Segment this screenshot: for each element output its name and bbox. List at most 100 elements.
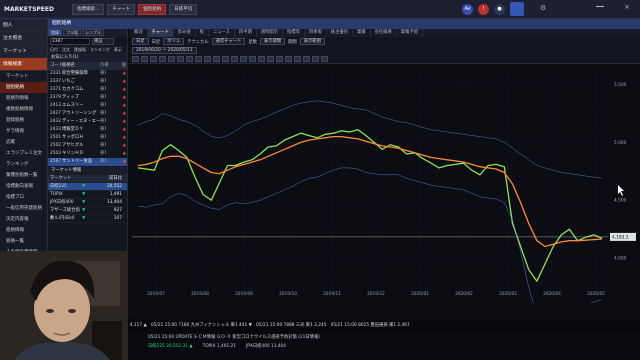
fib-icon[interactable] (186, 56, 193, 62)
market-row[interactable]: マザーズ総合指数 ▼ 927 (48, 207, 127, 221)
ticker-item-2[interactable]: 05/21 15:00 7180 九州フィナンシャル 東1 441 ▼ (151, 323, 252, 328)
notification-icon[interactable]: Av (462, 4, 473, 15)
table-row[interactable]: 2371 カカクコム 東1 ▲ (48, 86, 127, 94)
market-row[interactable]: TOPIX ▼ 1,491 (48, 191, 127, 199)
close-button[interactable]: × (624, 3, 630, 11)
code-input[interactable]: 2387 (50, 38, 90, 45)
sub-tab[interactable]: 登録銘 (72, 46, 88, 54)
exchange-select[interactable]: 東証 (92, 38, 114, 45)
text-icon[interactable] (177, 56, 184, 62)
nav-item[interactable]: 銘柄情報 (0, 225, 47, 236)
nav-item[interactable]: 銘柄一覧 (0, 236, 47, 247)
table-row[interactable]: 2413 エムスリー 東1 ▲ (48, 102, 127, 110)
table-row[interactable]: 2501 サッポロＨ 東1 ▲ (48, 134, 127, 142)
nav-item[interactable]: 指標ブロ (0, 192, 47, 203)
nav-item[interactable]: 個別銘柄 (0, 82, 47, 93)
chart-tab[interactable]: 板 (196, 29, 209, 37)
settings-icon[interactable]: ⚙ (540, 4, 546, 12)
hide-icon[interactable] (312, 56, 319, 62)
chart-tab[interactable]: 歩み値 (174, 29, 196, 37)
dash-icon[interactable] (294, 56, 301, 62)
undo-icon[interactable] (240, 56, 247, 62)
nav-group[interactable]: 個人 (0, 19, 47, 32)
layout-icon[interactable] (510, 2, 524, 16)
chart-tab[interactable]: 四季報 (305, 29, 327, 37)
chart-tab[interactable]: 業績予想 (397, 29, 423, 37)
chart-tab[interactable]: 適時開示 (257, 29, 283, 37)
nav-item[interactable]: 銘柄列情報 (0, 93, 47, 104)
ticker-item-4[interactable]: 05/21 15:00 8015 豊田通商 東1 2,467 (331, 323, 410, 328)
user-icon[interactable]: ● (494, 4, 505, 15)
minimize-button[interactable] (596, 6, 604, 7)
del-icon[interactable] (321, 56, 328, 62)
nav-item[interactable]: 一般信用売建銘柄 (0, 203, 47, 214)
panel-tab[interactable]: 登録 (48, 29, 62, 36)
top-tab[interactable]: 個別銘柄 (138, 3, 167, 15)
panel-tab[interactable]: シンプル (82, 29, 104, 36)
nav-item[interactable]: 武蔵 (0, 137, 47, 148)
panel-tab[interactable]: プル銘 (63, 29, 81, 36)
market-row[interactable]: 日経225 ▼ 20,552 (48, 183, 127, 191)
alert-icon[interactable]: ! (478, 4, 489, 15)
chart-tab[interactable]: ニュース (209, 29, 235, 37)
chart-tab[interactable]: 株主優待 (327, 29, 353, 37)
nav-item[interactable]: 指標動向速報 (0, 181, 47, 192)
range-select[interactable]: 2019/06/20 ～ 2020/05/11 (132, 47, 197, 54)
print-icon[interactable] (267, 56, 274, 62)
rect-icon[interactable] (168, 56, 175, 62)
top-tab[interactable]: チャート (107, 3, 136, 15)
nav-item[interactable]: ランキング (0, 159, 47, 170)
table-row[interactable]: 2337 いちご 東1 ▲ (48, 78, 127, 86)
table-row[interactable]: 2433 博報堂ＤＹ 東1 ▲ (48, 126, 127, 134)
redo-icon[interactable] (249, 56, 256, 62)
nav-item[interactable]: 業種別指数一覧 (0, 170, 47, 181)
chart-tab[interactable]: 概況 (130, 29, 148, 37)
chart-tab[interactable]: チャート (147, 29, 174, 37)
nav-item[interactable]: マーケット (0, 71, 47, 82)
chart-control[interactable]: 表示期間 (259, 38, 286, 45)
nav-group[interactable]: マーケット (0, 45, 47, 58)
market-row[interactable]: JPX日経400 ▼ 13,404 (48, 199, 127, 207)
chart-tab[interactable]: 業績 (353, 29, 371, 37)
table-row[interactable]: 2432 ディー・エヌ・エー 東1 ▲ (48, 118, 127, 126)
ticker-item-3[interactable]: 05/21 15:00 7888 三光 東1 2,245 (256, 323, 326, 328)
table-row[interactable]: 2502 アサヒグル 東1 ▲ (48, 142, 127, 150)
table-row[interactable]: 2427 アウトソーシング 東1 ▲ (48, 110, 127, 118)
sub-tab[interactable]: ランキング (88, 46, 112, 54)
chart-control[interactable]: 日足 (132, 38, 149, 45)
color-icon[interactable] (276, 56, 283, 62)
nav-item[interactable]: エラジプレミ注文 (0, 148, 47, 159)
nav-item[interactable]: 決定内容報 (0, 214, 47, 225)
chart-control[interactable]: 通常チャート (211, 38, 246, 45)
line-icon[interactable] (141, 56, 148, 62)
nav-item[interactable]: 登録銘柄 (0, 115, 47, 126)
news-ticker[interactable]: ORG 05/21 15:00 4502 武田薬品 東1 4,117 ▲ 05/… (48, 319, 640, 333)
chart-control[interactable]: 表示範囲 (299, 38, 325, 45)
price-chart[interactable]: 2019/07 2019/08 2019/09 2019/10 2019/11 2019/… (130, 67, 640, 303)
hline-icon[interactable] (150, 56, 157, 62)
chart-tab[interactable]: 四半期 (235, 29, 257, 37)
chart-tab[interactable]: 指標等 (283, 29, 305, 37)
nav-group[interactable]: 注文照会 (0, 32, 47, 45)
nav-group[interactable]: 情報検索 (0, 58, 47, 71)
status-news[interactable]: 05/21 15:00 UPDATE 3-ＣＭ情報 ＧＯ-Ｘ 新型コロナウイルス… (148, 333, 640, 342)
table-row[interactable]: 2379 ディップ 東1 ▲ (48, 94, 127, 102)
pan-icon[interactable] (231, 56, 238, 62)
cursor-icon[interactable] (132, 56, 139, 62)
nav-item[interactable]: 複数銘柄情報 (0, 104, 47, 115)
vline-icon[interactable] (159, 56, 166, 62)
market-row[interactable]: ドル/円(Bid) ▼ 107 (48, 215, 127, 223)
top-tab[interactable]: 指標検索... (72, 3, 105, 15)
save-icon[interactable] (258, 56, 265, 62)
channel-icon[interactable] (204, 56, 211, 62)
lock-icon[interactable] (303, 56, 310, 62)
chart-control[interactable]: ボリュ (163, 38, 185, 45)
erase-icon[interactable] (213, 56, 220, 62)
table-row[interactable]: 2587 サントリー食品 東1 ▲ (48, 158, 127, 166)
table-row[interactable]: 2331 綜合警備保障 東1 ▲ (48, 70, 127, 78)
top-tab[interactable]: 日経平均 (169, 3, 198, 15)
sub-tab[interactable]: 注文 (60, 46, 72, 54)
table-row[interactable]: 2503 キリンＨＤ 東1 ▲ (48, 150, 127, 158)
sub-tab[interactable]: 日付 (48, 46, 60, 54)
nav-item[interactable]: ザラ情報 (0, 126, 47, 137)
